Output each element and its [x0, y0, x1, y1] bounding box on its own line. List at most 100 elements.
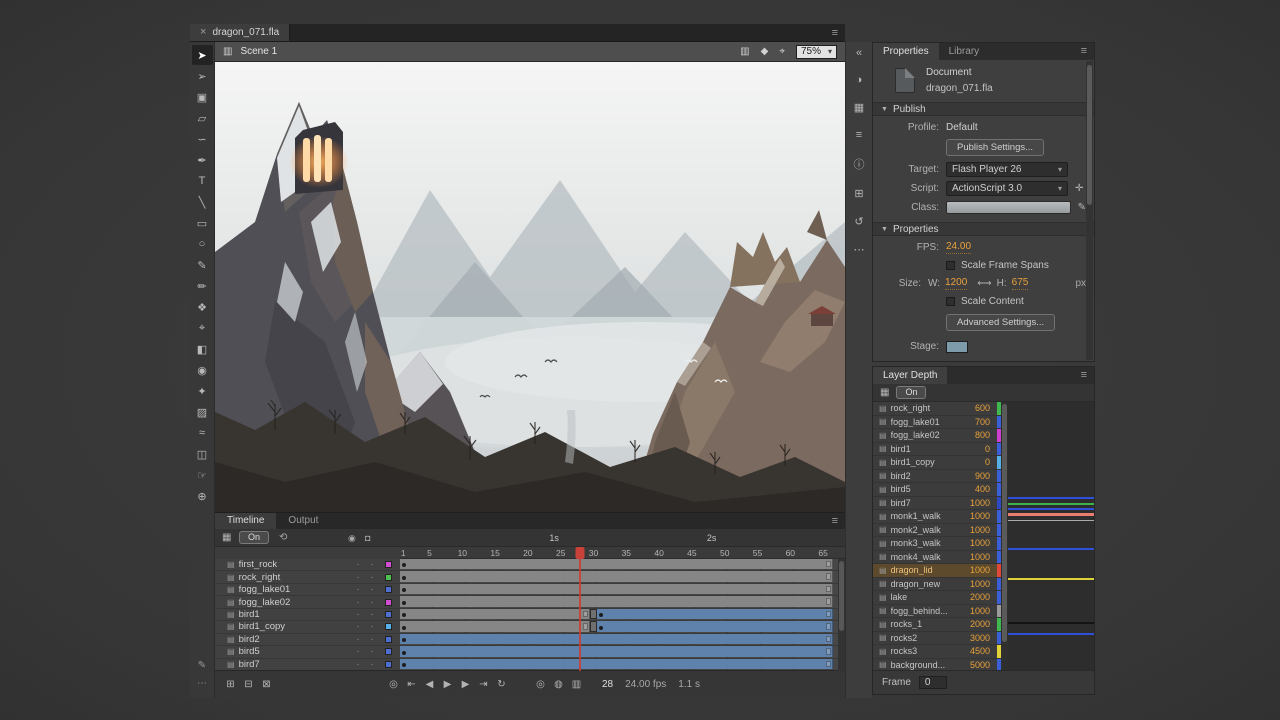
- layer-outline-swatch[interactable]: [385, 561, 392, 568]
- layer-depth-row[interactable]: ▤ bird2 900: [873, 470, 1001, 484]
- layer-depth-row[interactable]: ▤ bird1 0: [873, 443, 1001, 457]
- align-icon[interactable]: ≡: [856, 129, 862, 141]
- transform-icon[interactable]: ⊞: [854, 187, 863, 200]
- stage-canvas[interactable]: [215, 62, 845, 512]
- layer-frames-track[interactable]: [400, 559, 845, 571]
- frame-number-field[interactable]: 0: [919, 676, 947, 689]
- step-forward-icon[interactable]: ▶: [458, 679, 473, 690]
- layer-outline-swatch[interactable]: [385, 648, 392, 655]
- depth-value[interactable]: 1000: [970, 565, 993, 575]
- brush-tool[interactable]: ✏: [192, 276, 213, 296]
- layer-depth-row[interactable]: ▤ dragon_new 1000: [873, 578, 1001, 592]
- zoom-tool[interactable]: ⊕: [192, 486, 213, 506]
- depth-graph-line[interactable]: [1008, 633, 1094, 635]
- layer-depth-row[interactable]: ▤ background... 5000: [873, 659, 1001, 671]
- depth-graph-line[interactable]: [1008, 578, 1094, 580]
- timeline-layer-row[interactable]: ▤ fogg_lake02 · ·: [215, 596, 845, 608]
- layer-depth-row[interactable]: ▤ fogg_lake02 800: [873, 429, 1001, 443]
- layer-lock-dot[interactable]: ·: [365, 597, 379, 608]
- layer-visibility-dot[interactable]: ·: [351, 584, 365, 595]
- fluid-brush-tool[interactable]: ❖: [192, 297, 213, 317]
- camera-tool[interactable]: ◫: [192, 444, 213, 464]
- timeline-menu-icon[interactable]: ≡: [832, 513, 845, 529]
- zoom-level-dropdown[interactable]: 75% ▾: [796, 45, 837, 59]
- depth-value[interactable]: 700: [975, 417, 993, 427]
- oval-tool[interactable]: ○: [192, 234, 213, 254]
- layer-depth-row[interactable]: ▤ rocks2 3000: [873, 632, 1001, 646]
- layer-depth-row[interactable]: ▤ monk4_walk 1000: [873, 551, 1001, 565]
- layer-depth-menu-icon[interactable]: ≡: [1081, 367, 1094, 384]
- scale-content-checkbox[interactable]: [946, 297, 955, 306]
- layer-depth-row[interactable]: ▤ bird1_copy 0: [873, 456, 1001, 470]
- layer-lock-dot[interactable]: ·: [365, 572, 379, 583]
- scrollbar-thumb[interactable]: [1002, 404, 1007, 642]
- pen-tool[interactable]: ✒: [192, 150, 213, 170]
- height-value[interactable]: 675: [1012, 277, 1029, 290]
- depth-graph-line[interactable]: [1008, 548, 1094, 550]
- go-to-last-frame-icon[interactable]: ⇥: [476, 679, 491, 690]
- advanced-settings-button[interactable]: Advanced Settings...: [946, 314, 1055, 331]
- layer-outline-swatch[interactable]: [385, 599, 392, 606]
- properties-section-header[interactable]: ▼ Properties: [873, 222, 1094, 236]
- depth-value[interactable]: 1000: [970, 606, 993, 616]
- depth-graph[interactable]: [1008, 402, 1094, 670]
- layer-depth-row[interactable]: ▤ fogg_behind... 1000: [873, 605, 1001, 619]
- more-panels-icon[interactable]: ⋯: [854, 243, 865, 256]
- layer-visibility-dot[interactable]: ·: [351, 597, 365, 608]
- hand-tool[interactable]: ☞: [192, 465, 213, 485]
- layer-name-cell[interactable]: ▤ bird2 · ·: [215, 634, 400, 646]
- free-transform-tool[interactable]: ▣: [192, 87, 213, 107]
- eyedropper-tool[interactable]: ✦: [192, 381, 213, 401]
- eraser-tool[interactable]: ▨: [192, 402, 213, 422]
- timeline-layer-row[interactable]: ▤ bird1 · ·: [215, 609, 845, 621]
- layer-lock-dot[interactable]: ·: [365, 659, 379, 670]
- depth-value[interactable]: 1000: [970, 511, 993, 521]
- layer-name-cell[interactable]: ▤ fogg_lake01 · ·: [215, 584, 400, 596]
- layer-outline-swatch[interactable]: [385, 661, 392, 668]
- depth-value[interactable]: 1000: [970, 579, 993, 589]
- depth-value[interactable]: 900: [975, 471, 993, 481]
- loop-icon[interactable]: ↻: [494, 679, 509, 690]
- layer-depth-row[interactable]: ▤ dragon_lid 1000: [873, 564, 1001, 578]
- timeline-layer-row[interactable]: ▤ bird1_copy · ·: [215, 621, 845, 633]
- current-frame-value[interactable]: 28: [602, 679, 613, 690]
- history-icon[interactable]: ↺: [854, 215, 863, 228]
- edit-scene-icon[interactable]: ▥: [740, 46, 749, 57]
- layer-lock-dot[interactable]: ·: [365, 609, 379, 620]
- layer-depth-row[interactable]: ▤ rocks_1 2000: [873, 618, 1001, 632]
- link-dimensions-icon[interactable]: ⟷: [977, 278, 991, 289]
- depth-graph-line[interactable]: [1008, 497, 1094, 499]
- layer-depth-row[interactable]: ▤ monk1_walk 1000: [873, 510, 1001, 524]
- script-dropdown[interactable]: ActionScript 3.0 ▾: [946, 181, 1068, 196]
- frame-rate-value[interactable]: 24.00 fps: [625, 679, 666, 690]
- toolbar-options-icon[interactable]: ⋯: [192, 674, 213, 692]
- layer-outline-swatch[interactable]: [385, 574, 392, 581]
- edit-symbols-icon[interactable]: ◆: [761, 46, 769, 57]
- timeline-layer-row[interactable]: ▤ fogg_lake01 · ·: [215, 584, 845, 596]
- depth-value[interactable]: 5000: [970, 660, 993, 670]
- tab-layer-depth[interactable]: Layer Depth: [873, 367, 947, 384]
- line-tool[interactable]: ╲: [192, 192, 213, 212]
- layer-name-cell[interactable]: ▤ bird1 · ·: [215, 609, 400, 621]
- center-frame-icon[interactable]: ◎: [386, 679, 401, 690]
- paint-bucket-tool[interactable]: ◧: [192, 339, 213, 359]
- layer-name-cell[interactable]: ▤ rock_right · ·: [215, 571, 400, 583]
- layer-depth-row[interactable]: ▤ lake 2000: [873, 591, 1001, 605]
- layer-lock-dot[interactable]: ·: [365, 646, 379, 657]
- layer-visibility-dot[interactable]: ·: [351, 621, 365, 632]
- layer-depth-on-button[interactable]: On: [896, 386, 926, 399]
- tab-properties[interactable]: Properties: [873, 43, 939, 60]
- layer-frames-track[interactable]: [400, 609, 845, 621]
- layer-frames-track[interactable]: [400, 646, 845, 658]
- layer-lock-dot[interactable]: ·: [365, 584, 379, 595]
- ink-bottle-tool[interactable]: ◉: [192, 360, 213, 380]
- layer-visibility-dot[interactable]: ·: [351, 609, 365, 620]
- frame-ruler[interactable]: 15101520253035404550556065: [400, 547, 845, 559]
- layer-outline-swatch[interactable]: [385, 636, 392, 643]
- class-input[interactable]: [946, 201, 1071, 214]
- document-tab[interactable]: × dragon_071.fla: [190, 24, 290, 41]
- info-icon[interactable]: ⓘ: [854, 156, 865, 172]
- scale-frame-spans-checkbox[interactable]: [946, 261, 955, 270]
- stage-color-swatch[interactable]: [946, 341, 968, 353]
- depth-value[interactable]: 0: [985, 457, 993, 467]
